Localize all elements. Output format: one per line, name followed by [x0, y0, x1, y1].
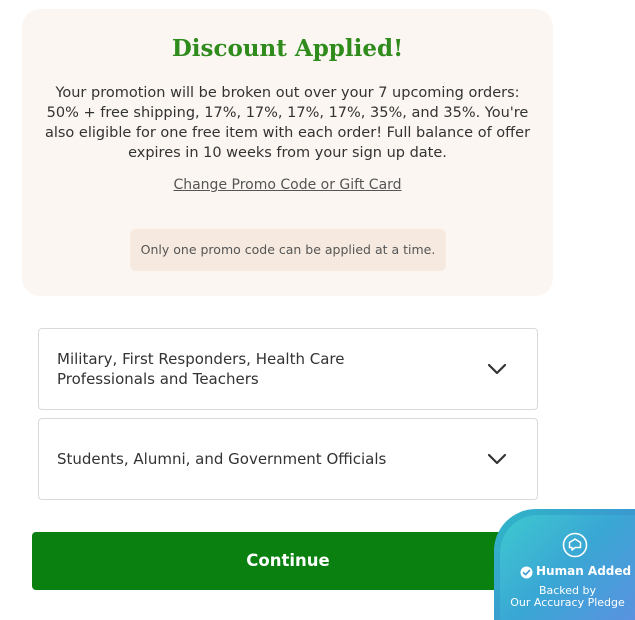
change-promo-link[interactable]: Change Promo Code or Gift Card	[22, 177, 553, 193]
continue-button[interactable]: Continue	[32, 532, 544, 590]
chevron-down-icon	[487, 363, 507, 375]
promo-description: Your promotion will be broken out over y…	[44, 85, 531, 161]
accordion-label: Military, First Responders, Health Care …	[57, 350, 345, 388]
accuracy-pledge-badge[interactable]: Human Added Backed by Our Accuracy Pledg…	[494, 509, 635, 620]
chat-shield-icon	[562, 532, 588, 558]
badge-subtitle: Backed by Our Accuracy Pledge	[500, 585, 635, 609]
promo-title: Discount Applied!	[171, 35, 404, 62]
check-circle-icon	[520, 566, 533, 579]
promo-note: Only one promo code can be applied at a …	[130, 229, 446, 271]
promo-card: Discount Applied! Your promotion will be…	[22, 9, 553, 296]
accordion-military[interactable]: Military, First Responders, Health Care …	[38, 328, 538, 410]
badge-title: Human Added	[536, 564, 632, 578]
badge-background: Human Added Backed by Our Accuracy Pledg…	[500, 515, 635, 620]
accordion-students[interactable]: Students, Alumni, and Government Officia…	[38, 418, 538, 500]
badge-subtitle-line2: Our Accuracy Pledge	[510, 596, 625, 609]
chevron-down-icon	[487, 453, 507, 465]
accordion-label: Students, Alumni, and Government Officia…	[57, 450, 387, 468]
